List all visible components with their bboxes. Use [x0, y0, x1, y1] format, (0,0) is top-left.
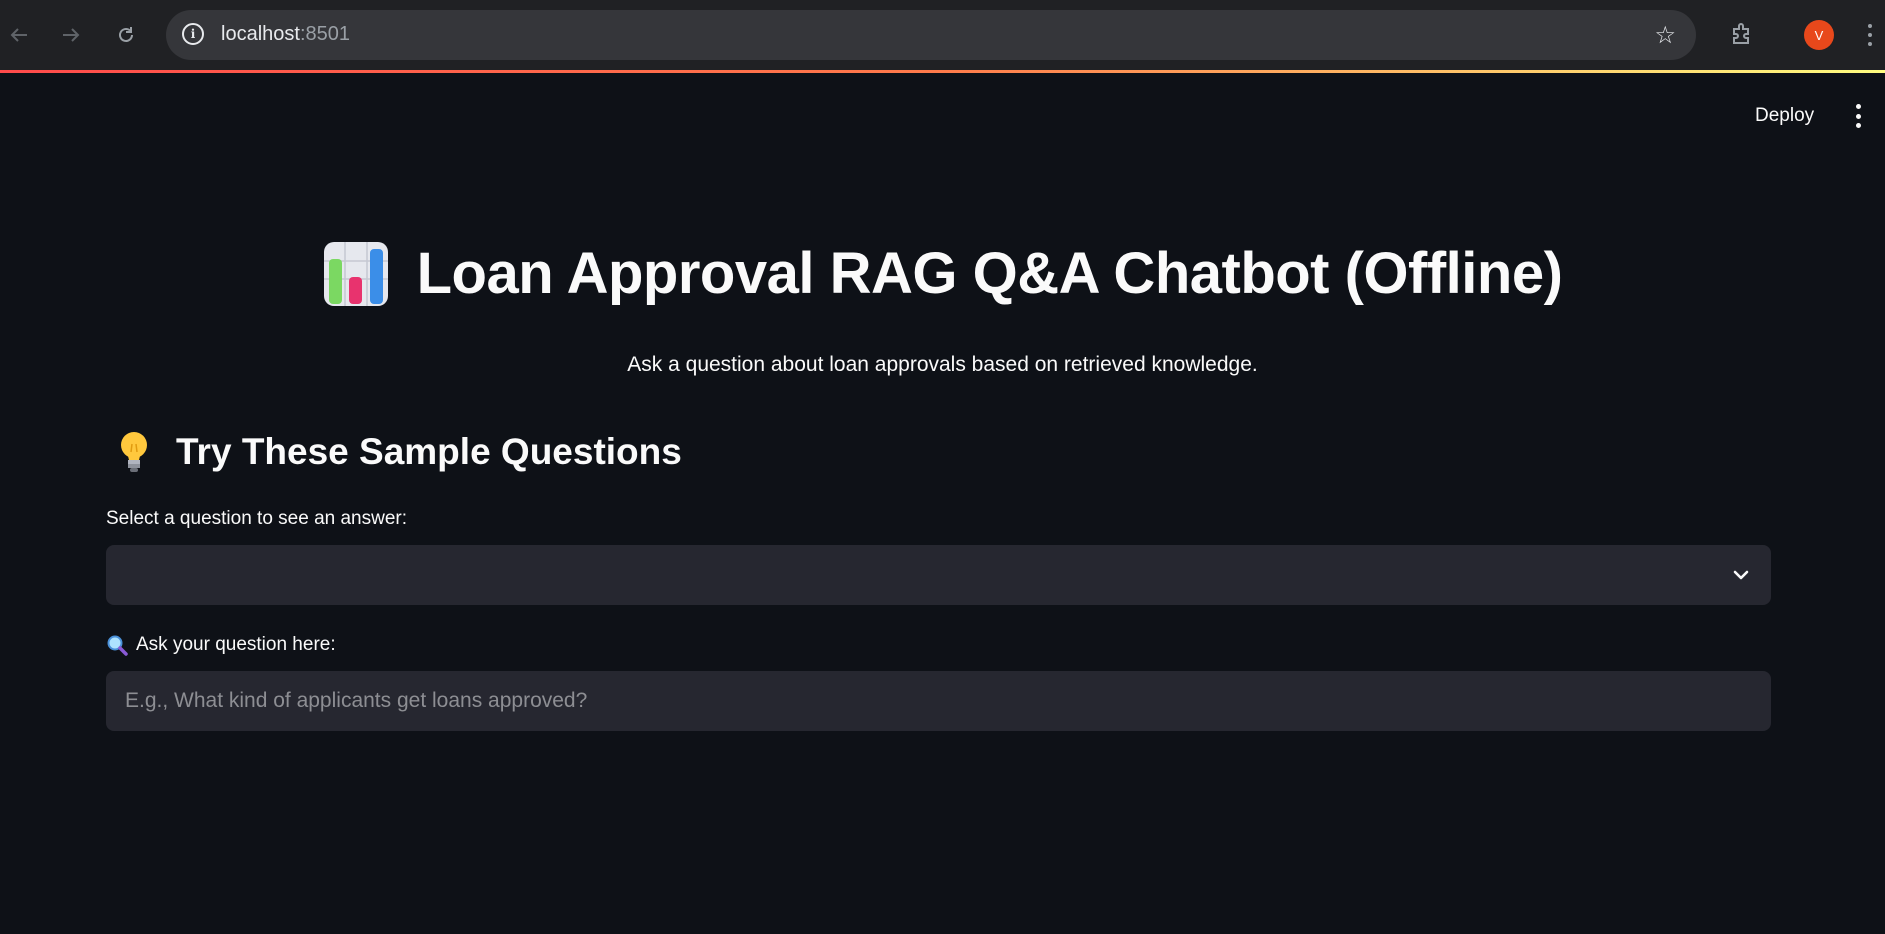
section-title: Try These Sample Questions	[176, 431, 682, 472]
chevron-down-icon[interactable]	[1729, 563, 1753, 587]
page-loading-gradient-bar	[0, 70, 1885, 73]
question-label-row: Ask your question here:	[106, 634, 336, 656]
sample-questions-heading: Try These Sample Questions	[116, 430, 682, 474]
browser-toolbar: i localhost:8501 ☆ V	[0, 0, 1885, 70]
question-input[interactable]	[106, 671, 1771, 731]
deploy-button[interactable]: Deploy	[1745, 100, 1824, 132]
browser-menu-icon[interactable]	[1864, 20, 1876, 50]
page-subtitle: Ask a question about loan approvals base…	[627, 353, 1258, 376]
page-title-row: Loan Approval RAG Q&A Chatbot (Offline)	[0, 240, 1885, 307]
forward-arrow-icon[interactable]	[56, 20, 86, 50]
url-text[interactable]: localhost:8501	[221, 23, 350, 46]
back-arrow-icon[interactable]	[4, 20, 34, 50]
kebab-menu-icon[interactable]	[1852, 104, 1864, 128]
question-label: Ask your question here:	[136, 634, 336, 655]
site-info-icon[interactable]: i	[182, 23, 204, 45]
extensions-icon[interactable]	[1728, 20, 1756, 48]
bar-chart-emoji	[323, 241, 388, 306]
url-port: :8501	[299, 23, 350, 45]
sample-question-select[interactable]	[106, 545, 1771, 605]
address-bar[interactable]: i localhost:8501 ☆	[166, 10, 1696, 60]
profile-avatar[interactable]: V	[1804, 20, 1834, 50]
select-question-label: Select a question to see an answer:	[106, 508, 408, 529]
reload-icon[interactable]	[111, 20, 141, 50]
bookmark-star-icon[interactable]: ☆	[1654, 21, 1676, 50]
magnifying-glass-emoji	[107, 635, 128, 656]
light-bulb-emoji	[121, 432, 147, 472]
url-host: localhost	[221, 23, 300, 45]
page-title: Loan Approval RAG Q&A Chatbot (Offline)	[416, 241, 1563, 306]
